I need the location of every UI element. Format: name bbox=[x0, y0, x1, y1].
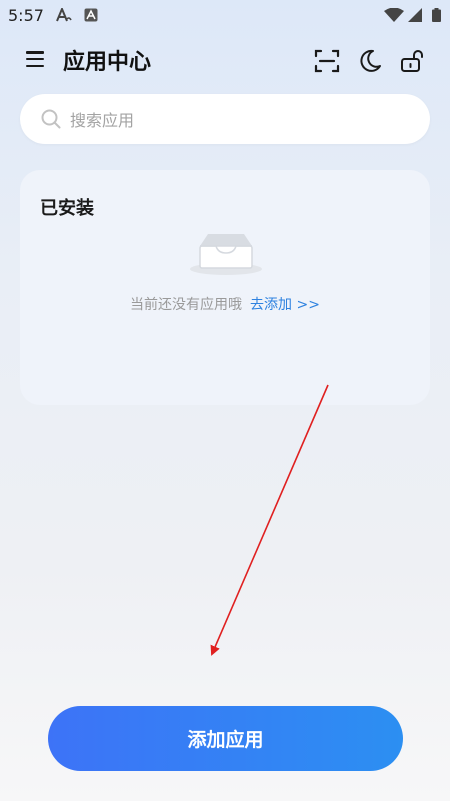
go-add-link[interactable]: 去添加 >> bbox=[250, 297, 320, 313]
empty-box-icon bbox=[190, 234, 262, 275]
battery-icon bbox=[432, 8, 441, 22]
empty-state-message: 当前还没有应用哦 bbox=[130, 297, 243, 313]
app-bar: 应用中心 bbox=[0, 38, 450, 82]
scan-icon[interactable] bbox=[313, 47, 341, 75]
installed-apps-card: 已安装 当前还没有应用哦 去添加 >> bbox=[20, 170, 430, 405]
status-time: 5:57 bbox=[8, 6, 44, 25]
moon-icon[interactable] bbox=[356, 47, 384, 75]
font-notification-icon bbox=[56, 8, 72, 22]
search-bar[interactable] bbox=[20, 94, 430, 146]
unlock-icon[interactable] bbox=[398, 47, 426, 75]
status-bar: 5:57 bbox=[0, 0, 450, 32]
app-notification-icon bbox=[84, 8, 98, 22]
page-title: 应用中心 bbox=[63, 50, 152, 75]
signal-icon bbox=[408, 8, 422, 22]
menu-icon[interactable] bbox=[26, 51, 44, 68]
search-input[interactable] bbox=[68, 94, 402, 146]
installed-section-title: 已安装 bbox=[40, 198, 94, 219]
search-icon bbox=[41, 109, 61, 129]
empty-state: 当前还没有应用哦 去添加 >> bbox=[20, 294, 430, 314]
wifi-icon bbox=[384, 8, 404, 22]
add-app-button[interactable]: 添加应用 bbox=[48, 706, 403, 771]
